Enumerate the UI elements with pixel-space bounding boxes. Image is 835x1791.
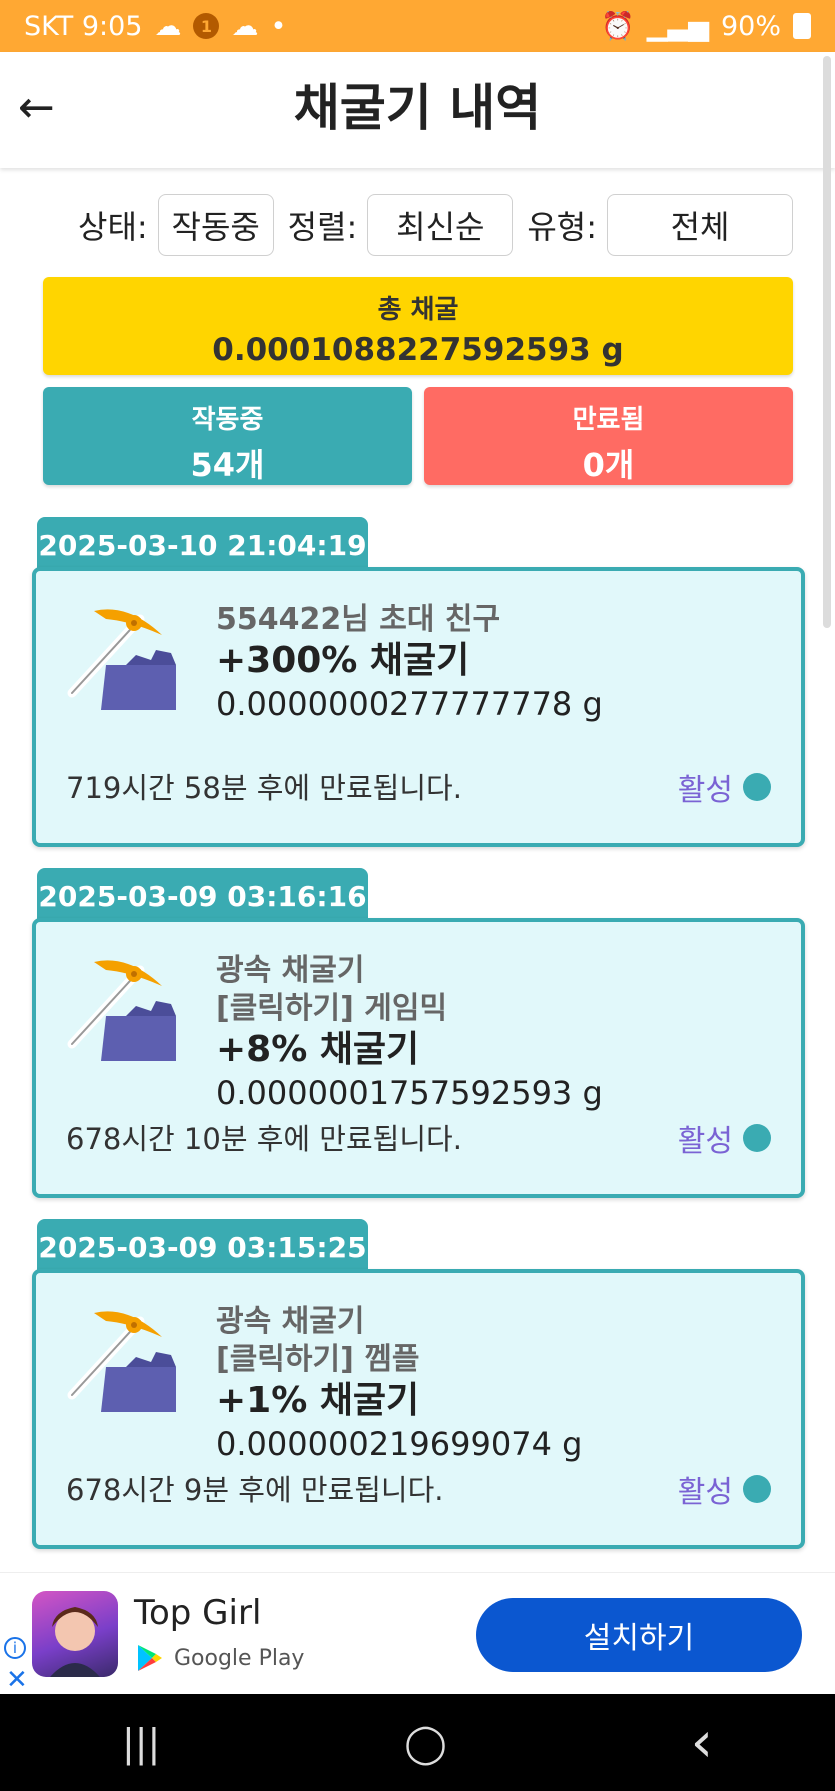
- miner-amount: 0.0000000277777778 g: [216, 685, 603, 723]
- notification-badge-icon: 1: [193, 13, 220, 39]
- miner-expire-text: 678시간 9분 후에 만료됩니다.: [66, 1473, 444, 1507]
- sort-filter-select[interactable]: 최신순: [367, 194, 514, 256]
- ad-app-icon[interactable]: [32, 1591, 118, 1677]
- ad-info-icon[interactable]: i: [4, 1637, 26, 1659]
- home-icon[interactable]: ◯: [404, 1721, 447, 1765]
- miner-card-body: 광속 채굴기 [클릭하기] 게임믹 +8% 채굴기 0.000000175759…: [32, 918, 805, 1198]
- miner-date: 2025-03-10 21:04:19: [37, 517, 368, 573]
- filter-bar: 상태: 작동중 정렬: 최신순 유형: 전체: [78, 193, 807, 257]
- pickaxe-icon: [67, 960, 176, 1061]
- google-play-text: Google Play: [174, 1645, 305, 1671]
- nav-back-icon[interactable]: ‹: [691, 1710, 713, 1775]
- status-dot-icon: [743, 1475, 771, 1503]
- status-dot-icon: [743, 1124, 771, 1152]
- cloud-icon: ☁: [231, 10, 259, 42]
- active-count-value: 54개: [190, 446, 265, 484]
- expired-count-value: 0개: [582, 446, 635, 484]
- miner-source-detail: [클릭하기] 껨플: [216, 1342, 420, 1377]
- google-play-icon: [138, 1645, 162, 1671]
- miner-info: 광속 채굴기 [클릭하기] 게임믹 +8% 채굴기 0.000000175759…: [216, 952, 603, 1114]
- miner-info: 광속 채굴기 [클릭하기] 껨플 +1% 채굴기 0.0000002196990…: [216, 1303, 582, 1465]
- miner-status-label: 활성: [677, 773, 733, 808]
- status-filter-select[interactable]: 작동중: [157, 194, 274, 256]
- signal-icon: ▁▃▅: [646, 10, 709, 42]
- miner-date: 2025-03-09 03:16:16: [37, 868, 368, 924]
- pickaxe-icon: [67, 1311, 176, 1412]
- miner-source: 광속 채굴기: [216, 1304, 365, 1339]
- alarm-icon: ⏰: [601, 11, 635, 42]
- miner-date: 2025-03-09 03:15:25: [37, 1219, 368, 1275]
- miner-card-body: 광속 채굴기 [클릭하기] 껨플 +1% 채굴기 0.0000002196990…: [32, 1269, 805, 1549]
- miner-amount: 0.0000001757592593 g: [216, 1074, 603, 1112]
- miner-source-detail: [클릭하기] 게임믹: [216, 991, 448, 1026]
- status-filter-label: 상태:: [78, 208, 148, 246]
- pickaxe-icon: [67, 609, 176, 710]
- carrier-time: SKT 9:05: [24, 10, 143, 42]
- install-button[interactable]: 설치하기: [476, 1598, 802, 1672]
- battery-percent: 90%: [720, 10, 781, 42]
- total-mined-panel: 총 채굴 0.0001088227592593 g: [43, 277, 793, 375]
- expired-count-panel[interactable]: 만료됨 0개: [424, 387, 793, 485]
- miner-expire-text: 719시간 58분 후에 만료됩니다.: [66, 771, 462, 805]
- more-dot-icon: •: [270, 10, 287, 42]
- battery-icon: [793, 13, 811, 39]
- miner-source: 광속 채굴기: [216, 953, 365, 988]
- active-count-label: 작동중: [191, 405, 264, 435]
- total-mined-label: 총 채굴: [377, 295, 459, 325]
- miner-status: 활성: [678, 1467, 771, 1511]
- miner-name: +1% 채굴기: [216, 1380, 420, 1421]
- status-bar: SKT 9:05 ☁ 1 ☁ • ⏰ ▁▃▅ 90%: [0, 0, 835, 52]
- miner-source: 554422님 초대 친구: [216, 602, 501, 637]
- miner-amount: 0.000000219699074 g: [216, 1425, 583, 1463]
- status-dot-icon: [743, 773, 771, 801]
- type-filter-label: 유형:: [527, 208, 598, 246]
- miner-status: 활성: [678, 765, 771, 809]
- recent-apps-icon[interactable]: |||: [122, 1721, 160, 1765]
- miner-name: +300% 채굴기: [216, 640, 470, 681]
- cloud-icon: ☁: [154, 10, 182, 42]
- ad-banner[interactable]: Top Girl Google Play 설치하기 i ✕: [0, 1572, 835, 1695]
- miner-name: +8% 채굴기: [216, 1029, 420, 1070]
- miner-status: 활성: [678, 1116, 771, 1160]
- system-nav-bar: ||| ◯ ‹: [0, 1694, 835, 1791]
- miner-info: 554422님 초대 친구 +300% 채굴기 0.00000002777777…: [216, 601, 603, 725]
- page-title: 채굴기 내역: [293, 79, 542, 137]
- app-header: ← 채굴기 내역: [0, 52, 835, 168]
- expired-count-label: 만료됨: [572, 405, 645, 435]
- miner-card-body: 554422님 초대 친구 +300% 채굴기 0.00000002777777…: [32, 567, 805, 847]
- miner-status-label: 활성: [677, 1475, 733, 1510]
- google-play-label: Google Play: [136, 1643, 304, 1673]
- active-count-panel[interactable]: 작동중 54개: [43, 387, 412, 485]
- sort-filter-label: 정렬:: [287, 208, 358, 246]
- scrollbar[interactable]: [823, 56, 831, 628]
- miner-status-label: 활성: [677, 1124, 733, 1159]
- miner-expire-text: 678시간 10분 후에 만료됩니다.: [66, 1122, 462, 1156]
- total-mined-value: 0.0001088227592593 g: [212, 332, 624, 368]
- ad-app-name[interactable]: Top Girl: [134, 1593, 261, 1633]
- type-filter-select[interactable]: 전체: [607, 194, 794, 256]
- ad-close-icon[interactable]: ✕: [6, 1665, 28, 1695]
